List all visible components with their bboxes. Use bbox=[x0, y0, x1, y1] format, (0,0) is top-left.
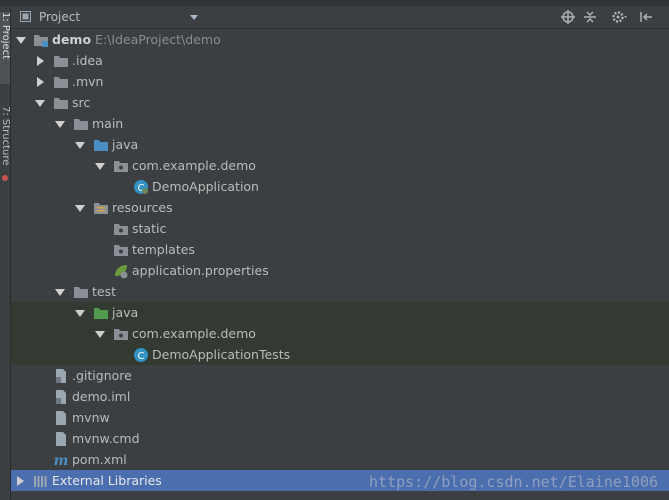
project-view-icon bbox=[20, 11, 31, 22]
expand-arrow-icon[interactable] bbox=[53, 281, 65, 302]
tree-row-package-main[interactable]: com.example.demo bbox=[11, 155, 669, 176]
tree-row-demo-application-tests[interactable]: C DemoApplicationTests bbox=[11, 344, 669, 365]
file-icon bbox=[56, 411, 66, 425]
tree-label: java bbox=[112, 137, 139, 152]
tree-label: demo bbox=[52, 32, 92, 47]
package-icon bbox=[114, 224, 128, 235]
tree-label: mvnw bbox=[72, 410, 110, 425]
tree-label: demo.iml bbox=[72, 389, 131, 404]
tree-label: External Libraries bbox=[52, 473, 162, 488]
gear-icon[interactable] bbox=[611, 9, 627, 25]
tree-label: .mvn bbox=[72, 74, 104, 89]
expand-arrow-icon[interactable] bbox=[53, 113, 65, 134]
expand-arrow-icon[interactable] bbox=[93, 155, 105, 176]
class-icon: C bbox=[134, 348, 148, 362]
tree-label: resources bbox=[112, 200, 173, 215]
structure-tool-tab[interactable]: 7: Structure bbox=[0, 106, 10, 176]
left-tool-strip: 1: Project 7: Structure bbox=[0, 6, 11, 500]
tree-label: .gitignore bbox=[72, 368, 132, 383]
tree-label: mvnw.cmd bbox=[72, 431, 140, 446]
collapse-icon[interactable] bbox=[582, 9, 598, 25]
tree-label: com.example.demo bbox=[132, 326, 256, 341]
project-tool-tab[interactable]: 1: Project bbox=[0, 12, 10, 84]
expand-arrow-icon[interactable] bbox=[33, 92, 45, 113]
resources-folder-icon bbox=[94, 203, 108, 214]
tree-label: main bbox=[92, 116, 124, 131]
tree-row-pom-xml[interactable]: m pom.xml bbox=[11, 449, 669, 470]
test-folder-icon bbox=[94, 308, 108, 319]
svg-text:m: m bbox=[54, 453, 69, 468]
watermark: https://blog.csdn.net/Elaine1006 bbox=[369, 473, 658, 491]
tree-row-mvnw[interactable]: mvnw bbox=[11, 407, 669, 428]
folder-icon bbox=[74, 119, 88, 130]
folder-icon bbox=[54, 98, 68, 109]
collapsed-arrow-icon[interactable] bbox=[34, 71, 46, 92]
package-icon bbox=[114, 245, 128, 256]
tree-label: java bbox=[112, 305, 139, 320]
tree-row-resources[interactable]: resources bbox=[11, 197, 669, 218]
file-icon bbox=[56, 369, 66, 383]
tree-row-mvn[interactable]: .mvn bbox=[11, 71, 669, 92]
spring-class-icon: C bbox=[134, 180, 148, 194]
tree-row-templates[interactable]: templates bbox=[11, 239, 669, 260]
expand-arrow-icon[interactable] bbox=[73, 134, 85, 155]
svg-text:C: C bbox=[138, 351, 145, 362]
source-folder-icon bbox=[94, 140, 108, 151]
tree-row-java-test[interactable]: java bbox=[11, 302, 669, 323]
folder-icon bbox=[54, 77, 68, 88]
expand-arrow-icon[interactable] bbox=[93, 323, 105, 344]
tree-label: templates bbox=[132, 242, 195, 257]
tree-row-demo-application[interactable]: C DemoApplication bbox=[11, 176, 669, 197]
tree-label: .idea bbox=[72, 53, 103, 68]
tree-row-static[interactable]: static bbox=[11, 218, 669, 239]
folder-icon bbox=[54, 56, 68, 67]
tree-row-test[interactable]: test bbox=[11, 281, 669, 302]
tree-row-src[interactable]: src bbox=[11, 92, 669, 113]
libraries-icon bbox=[34, 476, 47, 487]
tree-row-gitignore[interactable]: .gitignore bbox=[11, 365, 669, 386]
target-icon[interactable] bbox=[560, 9, 576, 25]
tree-row-demo[interactable]: demo E:\IdeaProject\demo bbox=[11, 29, 669, 50]
structure-icon bbox=[2, 175, 8, 181]
module-path: E:\IdeaProject\demo bbox=[95, 32, 221, 47]
panel-title[interactable]: Project bbox=[39, 10, 80, 24]
tree-label: static bbox=[132, 221, 167, 236]
tree-label: src bbox=[72, 95, 91, 110]
hide-icon[interactable] bbox=[638, 9, 654, 25]
collapsed-arrow-icon[interactable] bbox=[14, 470, 26, 491]
tree-row-package-test[interactable]: com.example.demo bbox=[11, 323, 669, 344]
package-icon bbox=[114, 161, 128, 172]
expand-arrow-icon[interactable] bbox=[73, 302, 85, 323]
file-icon bbox=[56, 390, 66, 404]
project-tree: demo E:\IdeaProject\demo .idea .mvn src … bbox=[11, 29, 669, 491]
expand-arrow-icon[interactable] bbox=[14, 29, 26, 50]
panel-header: Project bbox=[11, 6, 669, 29]
tree-row-application-properties[interactable]: application.properties bbox=[11, 260, 669, 281]
file-icon bbox=[56, 432, 66, 446]
tree-label: DemoApplication bbox=[152, 179, 259, 194]
module-folder-icon bbox=[34, 35, 48, 47]
tree-label: test bbox=[92, 284, 117, 299]
chevron-down-icon[interactable] bbox=[190, 15, 198, 20]
package-icon bbox=[114, 329, 128, 340]
folder-icon bbox=[74, 287, 88, 298]
tree-row-java-main[interactable]: java bbox=[11, 134, 669, 155]
tree-label: com.example.demo bbox=[132, 158, 256, 173]
project-panel: Project demo E:\IdeaProject\demo .idea .… bbox=[11, 6, 669, 500]
maven-icon: m bbox=[54, 453, 69, 468]
tree-row-demo-iml[interactable]: demo.iml bbox=[11, 386, 669, 407]
collapsed-arrow-icon[interactable] bbox=[34, 50, 46, 71]
tree-label: DemoApplicationTests bbox=[152, 347, 291, 362]
expand-arrow-icon[interactable] bbox=[73, 197, 85, 218]
tree-row-idea[interactable]: .idea bbox=[11, 50, 669, 71]
spring-properties-icon bbox=[115, 265, 128, 279]
tree-row-main[interactable]: main bbox=[11, 113, 669, 134]
tree-label: application.properties bbox=[132, 263, 269, 278]
tree-row-mvnw-cmd[interactable]: mvnw.cmd bbox=[11, 428, 669, 449]
tree-label: pom.xml bbox=[72, 452, 127, 467]
